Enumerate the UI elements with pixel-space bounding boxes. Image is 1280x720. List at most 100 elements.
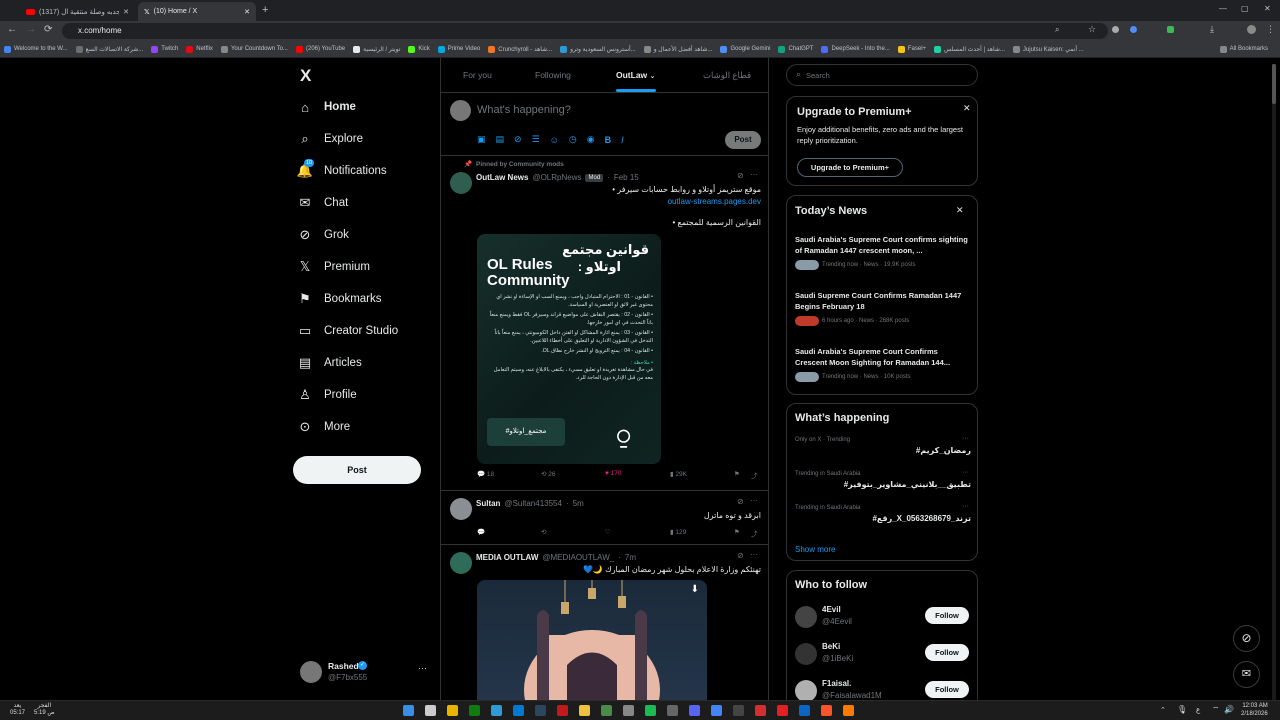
chevron-up-icon[interactable]: ⌃ [1160, 706, 1166, 714]
bookmark-item[interactable]: (206) YouTube [292, 45, 349, 53]
tweet-link[interactable]: outlaw-streams.pages.dev [481, 197, 761, 206]
app-icon[interactable] [513, 705, 524, 716]
follow-suggestion[interactable]: F1aisal. @Faisalawad1M Follow [787, 677, 977, 700]
bookmark-item[interactable]: Welcome to the W... [0, 45, 72, 53]
reply-button[interactable]: 💬 [477, 528, 485, 536]
zoom-icon[interactable]: ⌕ [1055, 25, 1059, 35]
profile-avatar-icon[interactable] [1247, 25, 1256, 34]
post-button[interactable]: Post [293, 456, 421, 484]
microphone-icon[interactable]: 🎙 [1177, 705, 1187, 714]
tweet[interactable]: Sultan @Sultan413554 · 5m ⊘ ··· ابرقد و … [441, 492, 768, 545]
show-more-link[interactable]: Show more [795, 545, 835, 554]
app-icon[interactable] [447, 705, 458, 716]
bookmark-item[interactable]: أسترونس السعودية وترو... [556, 45, 640, 53]
close-icon[interactable]: ✕ [123, 8, 129, 16]
views-button[interactable]: ▮ 29K [670, 470, 687, 478]
trend-item[interactable]: Trending in Saudi Arabia ··· #رقع_X_ترند_0… [795, 503, 971, 535]
minimize-icon[interactable]: — [1219, 4, 1227, 13]
tweet-time[interactable]: 7m [625, 553, 636, 562]
upgrade-premium-button[interactable]: Upgrade to Premium+ [797, 158, 903, 177]
bookmark-item[interactable]: Your Countdown To... [217, 45, 292, 53]
more-dots-icon[interactable]: ··· [750, 170, 758, 179]
composer-post-button[interactable]: Post [725, 131, 761, 149]
more-dots-icon[interactable]: ··· [750, 550, 758, 559]
author-name[interactable]: MEDIA OUTLAW [476, 553, 538, 562]
avatar[interactable] [795, 606, 817, 628]
x-logo[interactable]: X [300, 66, 311, 86]
follow-button[interactable]: Follow [925, 607, 969, 624]
avatar[interactable] [450, 498, 472, 520]
avatar[interactable] [795, 680, 817, 700]
location-icon[interactable]: ◉ [587, 134, 595, 145]
close-icon[interactable]: ✕ [963, 103, 971, 114]
trend-item[interactable]: Only on X · Trending ··· #رمضان_كريم [795, 435, 971, 467]
sidebar-item-premium[interactable]: 𝕏 Premium [298, 259, 370, 274]
grok-icon[interactable]: ⊘ [737, 497, 744, 506]
sidebar-item-bookmarks[interactable]: ⚑ Bookmarks [298, 291, 381, 306]
app-icon[interactable] [623, 705, 634, 716]
tweet-image-ramadan[interactable]: ⬇ [477, 580, 707, 700]
extension-icon[interactable] [1167, 26, 1174, 33]
bookmark-item[interactable]: Kick [404, 45, 433, 53]
sidebar-item-chat[interactable]: ✉ Chat [298, 195, 349, 210]
discord-icon[interactable] [689, 705, 700, 716]
bookmark-item[interactable]: شاهد أفضل الأعمال و... [640, 45, 717, 53]
tweet-image[interactable]: قوانين مجتمع اوتلاو : OL Rules Community… [477, 234, 661, 464]
tab-outlaw[interactable]: OutLaw ⌄ [616, 70, 655, 80]
app-icon[interactable] [667, 705, 678, 716]
more-dots-icon[interactable]: ··· [750, 496, 758, 505]
author-name[interactable]: Sultan [476, 499, 500, 508]
follow-suggestion[interactable]: 4Evil @4Eevil Follow [787, 603, 977, 635]
tab-community-2[interactable]: قطاع الوشات [703, 70, 751, 81]
scrollbar[interactable] [1272, 64, 1276, 700]
author-name[interactable]: OutLaw News [476, 173, 528, 182]
bookmark-item[interactable]: Netflix [182, 45, 217, 53]
download-icon[interactable]: ⬇ [691, 584, 699, 595]
spotify-icon[interactable] [645, 705, 656, 716]
sidebar-item-notifications[interactable]: 🔔 10 Notifications [297, 159, 387, 178]
bookmark-icon[interactable]: ⚑ [734, 528, 740, 536]
avatar[interactable] [450, 552, 472, 574]
schedule-icon[interactable]: ◷ [569, 134, 577, 145]
sidebar-item-creator-studio[interactable]: ▭ Creator Studio [298, 323, 398, 338]
new-tab-icon[interactable]: + [262, 4, 268, 16]
news-item[interactable]: Saudi Arabia's Supreme Court confirms si… [795, 234, 971, 270]
like-button[interactable]: ♡ [605, 528, 611, 536]
tweet[interactable]: MEDIA OUTLAW @MEDIAOUTLAW_ · 7m ⊘ ··· ته… [441, 546, 768, 700]
share-icon[interactable]: ⤴ [751, 470, 758, 480]
grok-icon[interactable]: ⊘ [737, 551, 744, 560]
bookmark-item[interactable]: ChatGPT [774, 45, 817, 53]
follow-suggestion[interactable]: BeKi @1iBeKi Follow [787, 640, 977, 672]
download-icon[interactable]: ⤓ [1210, 24, 1214, 35]
bookmark-item[interactable]: شركة الاتصالات السع... [72, 45, 148, 53]
back-icon[interactable]: ← [7, 24, 17, 35]
bookmark-item[interactable]: تويتر / الرئيسية [349, 45, 404, 53]
like-button[interactable]: ♥ 170 [605, 470, 622, 477]
bookmark-item[interactable]: All Bookmarks [1216, 45, 1280, 53]
avatar[interactable] [450, 172, 472, 194]
start-icon[interactable] [403, 705, 414, 716]
tab-for-you[interactable]: For you [463, 70, 492, 80]
emoji-icon[interactable]: ☺ [550, 135, 559, 145]
news-item[interactable]: Saudi Arabia's Supreme Court Confirms Cr… [795, 346, 971, 382]
reload-icon[interactable]: ⟳ [44, 24, 52, 35]
app-icon[interactable] [843, 705, 854, 716]
account-switcher[interactable]: Rashed ✓ @F7bx555 ··· [298, 658, 430, 686]
menu-icon[interactable]: ⋮ [1266, 24, 1275, 35]
views-button[interactable]: ▮ 129 [670, 528, 686, 536]
language-indicator[interactable]: ع [1196, 706, 1200, 714]
volume-icon[interactable]: 🔊 [1224, 705, 1234, 714]
bookmark-item[interactable]: Crunchyroll - شاهد... [484, 45, 556, 53]
clock[interactable]: 12:03 AM 2/18/2026 [1241, 703, 1268, 718]
bookmark-item[interactable]: Google Gemini [716, 45, 774, 53]
sidebar-item-more[interactable]: ⊙ More [298, 419, 351, 434]
follow-button[interactable]: Follow [925, 681, 969, 698]
weather-widget[interactable]: يعد 05:17 [10, 703, 25, 717]
bookmark-item[interactable]: Jujutsu Kaisen: أنمي ... [1009, 45, 1088, 53]
folder-icon[interactable] [579, 705, 590, 716]
close-icon[interactable]: ✕ [244, 8, 250, 16]
bookmark-item[interactable]: Twitch [147, 45, 182, 53]
grok-icon[interactable]: ⊘ [737, 171, 744, 180]
xbox-icon[interactable] [469, 705, 480, 716]
reply-button[interactable]: 💬 18 [477, 470, 494, 478]
